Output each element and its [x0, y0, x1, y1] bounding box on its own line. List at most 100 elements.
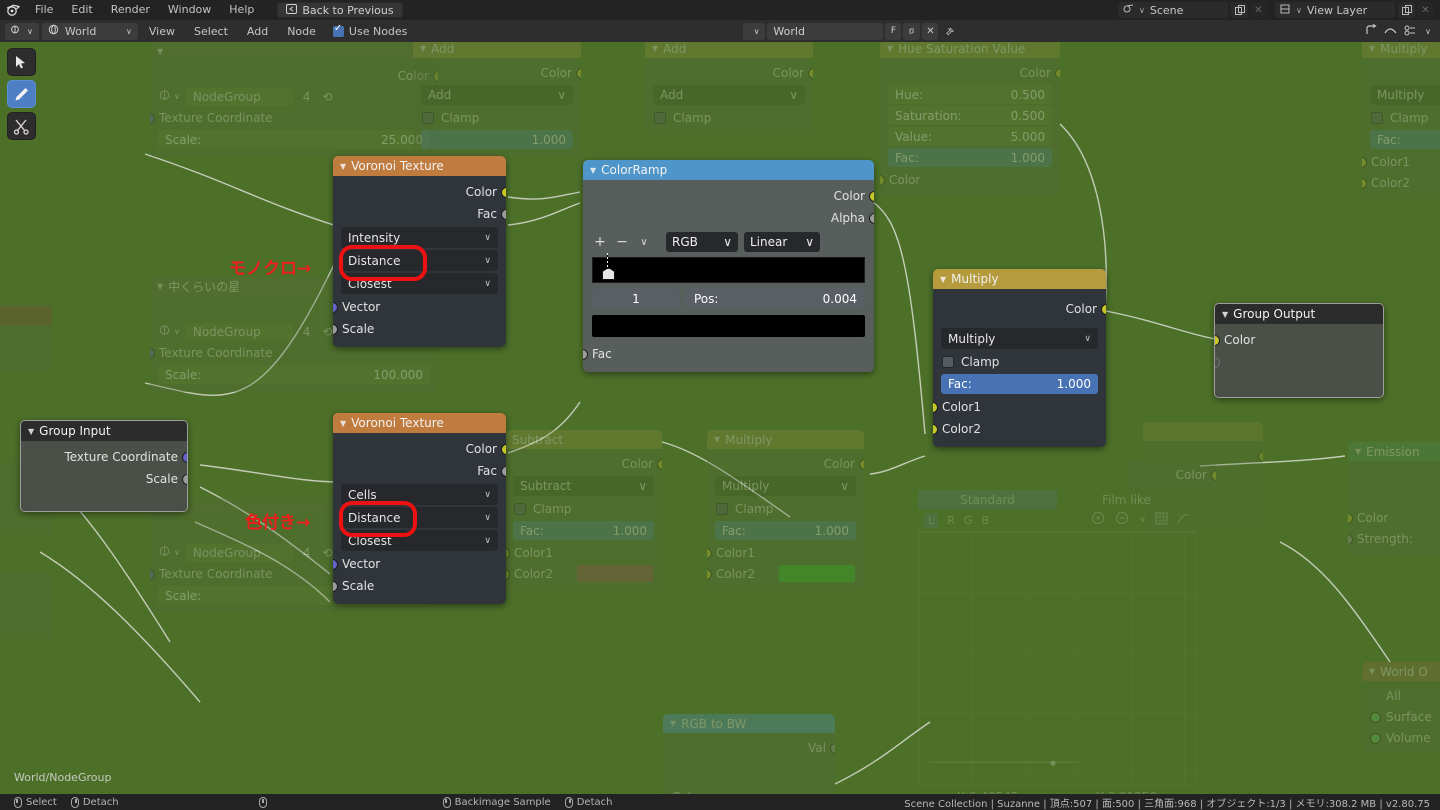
collapse-arrow-icon[interactable]: ▼	[340, 419, 346, 428]
menu-render[interactable]: Render	[102, 0, 159, 20]
socket-color-out[interactable]	[859, 459, 864, 470]
socket-color-out[interactable]	[501, 444, 506, 455]
socket-val-out[interactable]	[830, 743, 835, 754]
colorramp-stop-index[interactable]: 1	[592, 288, 680, 309]
colorramp-stop-handle[interactable]	[602, 253, 615, 280]
unlink-world-button[interactable]: ✕	[922, 22, 939, 40]
node-group-output[interactable]: ▼ Group Output Color	[1214, 303, 1384, 398]
socket-color2-in[interactable]	[1362, 178, 1367, 189]
socket-color1-in[interactable]	[707, 548, 712, 559]
bg-scale-field[interactable]: Scale: 100.000	[158, 365, 430, 384]
tab-standard[interactable]: Standard	[918, 490, 1057, 509]
node-voronoi-top[interactable]: ▼ Voronoi Texture Color Fac Intensity ∨ …	[333, 156, 506, 347]
socket-surface-in[interactable]	[1370, 712, 1381, 723]
socket-texcoord-in[interactable]	[150, 113, 155, 124]
clamp-checkbox[interactable]	[716, 502, 728, 515]
tweak-tool[interactable]	[7, 48, 36, 76]
fac-field[interactable]: Fac: 1.000	[941, 374, 1098, 394]
dropdown-feature[interactable]: Closest ∨	[341, 273, 498, 294]
curve-widget[interactable]	[918, 531, 1196, 786]
world-datablock-icon[interactable]: ∨	[743, 22, 766, 40]
clamp-checkbox[interactable]	[422, 111, 434, 124]
channel-button-r[interactable]: R	[947, 514, 955, 527]
bg-node-color-out-stub[interactable]: Color	[1126, 460, 1216, 491]
scene-selector[interactable]: ∨ Scene	[1118, 2, 1228, 18]
bg-clamp-row[interactable]: Clamp	[413, 107, 581, 128]
colorramp-stop-color-swatch[interactable]	[592, 315, 865, 337]
socket-color-out[interactable]	[869, 191, 874, 202]
proportional-edit-icon[interactable]	[1384, 24, 1397, 39]
socket-scale-in[interactable]	[333, 324, 338, 335]
colorramp-gradient-bar[interactable]	[592, 253, 865, 283]
socket-color-out[interactable]	[501, 187, 506, 198]
bg-clamp-row[interactable]: Clamp	[645, 107, 813, 128]
remove-stop-button[interactable]: −	[614, 234, 630, 250]
collapse-arrow-icon[interactable]: ▼	[157, 47, 163, 56]
bg-node-subtract[interactable]: Subtract Color Subtract ∨ Clamp Fac: 1.0…	[505, 430, 662, 590]
node-colorramp[interactable]: ▼ ColorRamp Color Alpha + − ∨ RGB ∨ Line…	[583, 160, 874, 372]
collapse-arrow-icon[interactable]: ▼	[887, 44, 893, 53]
collapse-arrow-icon[interactable]: ▼	[340, 162, 346, 171]
bg-blend-mode-dropdown[interactable]: Add ∨	[421, 85, 573, 105]
collapse-arrow-icon[interactable]: ▼	[1369, 44, 1375, 53]
collapse-arrow-icon[interactable]: ▼	[1369, 667, 1375, 676]
blender-logo-icon[interactable]	[0, 4, 26, 16]
socket-alpha-out[interactable]	[869, 213, 874, 224]
socket-scale-in[interactable]	[333, 581, 338, 592]
fake-user-button[interactable]: F	[885, 22, 902, 40]
curve-points-icon[interactable]	[1177, 512, 1190, 528]
socket-color-in[interactable]	[1215, 335, 1220, 346]
bg-scale-field[interactable]: Scale: 25.000	[158, 130, 430, 149]
socket-color-out[interactable]	[576, 68, 581, 79]
bg-value-field[interactable]: Value: 5.000	[888, 127, 1052, 146]
collapse-arrow-icon[interactable]: ▼	[714, 435, 720, 444]
editor-menu-add[interactable]: Add	[239, 23, 276, 40]
socket-color-out[interactable]	[1211, 470, 1216, 481]
socket-volume-in[interactable]	[1370, 733, 1381, 744]
bg-clamp-row[interactable]: Clamp	[707, 498, 864, 519]
editor-menu-select[interactable]: Select	[186, 23, 236, 40]
remove-view-layer-button[interactable]: ✕	[1417, 2, 1434, 18]
view-layer-selector[interactable]: ∨ View Layer	[1275, 2, 1395, 18]
bg-blend-mode-dropdown[interactable]: Multiply	[1370, 85, 1440, 105]
use-nodes-checkbox[interactable]	[332, 23, 344, 37]
node-header-voronoi-bottom[interactable]: ▼ Voronoi Texture	[333, 413, 506, 433]
channel-button-g[interactable]: G	[964, 514, 973, 527]
bg-node-world-output[interactable]: ▼ World O All Surface Volume	[1362, 662, 1440, 754]
interpolation-dropdown[interactable]: Linear ∨	[744, 232, 820, 252]
collapse-arrow-icon[interactable]: ▼	[420, 44, 426, 53]
node-header-voronoi-top[interactable]: ▼ Voronoi Texture	[333, 156, 506, 176]
bg-node-emission[interactable]: ▼ Emission Color Strength:	[1348, 442, 1440, 555]
tab-film-like[interactable]: Film like	[1057, 490, 1196, 509]
add-stop-button[interactable]: +	[592, 234, 608, 250]
snap-icon[interactable]	[1365, 23, 1378, 39]
socket-texture-coordinate-out[interactable]	[182, 452, 187, 463]
socket-color-out[interactable]	[1101, 304, 1106, 315]
dropdown-coloring-mode[interactable]: Cells ∨	[341, 484, 498, 505]
zoom-in-icon[interactable]	[1091, 511, 1106, 529]
stop-knob[interactable]	[602, 268, 615, 280]
socket-fac-in[interactable]	[583, 349, 588, 360]
unlink-scene-button[interactable]: ✕	[1250, 2, 1267, 18]
bg-fac-field[interactable]: Fac: 1.000	[1370, 130, 1440, 149]
zoom-out-icon[interactable]	[1115, 511, 1130, 529]
links-cut-tool[interactable]	[7, 112, 36, 140]
clamp-checkbox[interactable]	[1371, 111, 1383, 124]
bg-blend-mode-dropdown[interactable]: Multiply ∨	[715, 476, 856, 496]
socket-fac-out[interactable]	[501, 466, 506, 477]
menu-file[interactable]: File	[26, 0, 62, 20]
dropdown-blend-mode[interactable]: Multiply ∨	[941, 328, 1098, 349]
node-header-group-input[interactable]: ▼ Group Input	[21, 421, 187, 441]
new-scene-button[interactable]	[1231, 2, 1248, 18]
bg-saturation-field[interactable]: Saturation: 0.500	[888, 106, 1052, 125]
bg-fac-field[interactable]: Fac: 1.000	[513, 521, 654, 540]
menu-help[interactable]: Help	[220, 0, 263, 20]
grid-icon[interactable]	[1155, 512, 1168, 528]
editor-type-selector[interactable]: ∨	[5, 22, 39, 40]
editor-menu-view[interactable]: View	[141, 23, 183, 40]
menu-edit[interactable]: Edit	[62, 0, 101, 20]
colorramp-menu-button[interactable]: ∨	[636, 237, 652, 248]
node-group-input[interactable]: ▼ Group Input Texture Coordinate Scale	[20, 420, 188, 512]
shader-type-selector[interactable]: World ∨	[41, 22, 138, 40]
socket-texcoord-in[interactable]	[150, 348, 155, 359]
